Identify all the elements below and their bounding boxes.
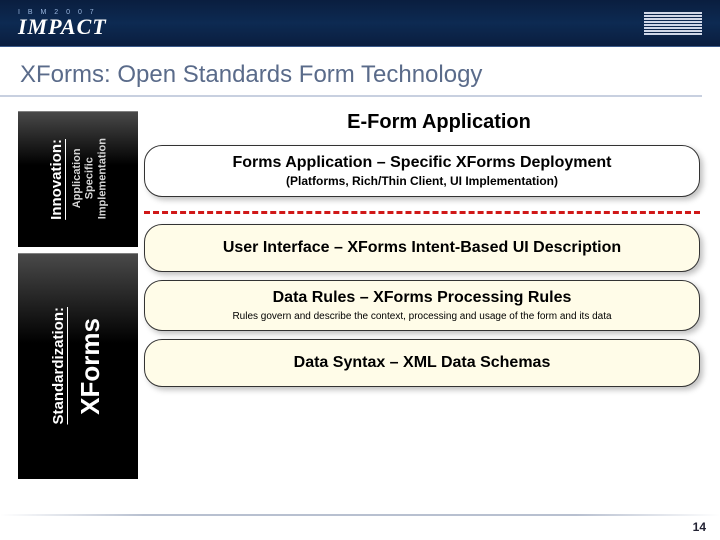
impact-logo: I B M 2 0 0 7 IMPACT	[18, 9, 107, 38]
layer-deployment-title: Forms Application – Specific XForms Depl…	[155, 154, 689, 172]
layer-syntax-title: Data Syntax – XML Data Schemas	[155, 354, 689, 372]
dashed-divider	[144, 211, 700, 214]
layer-rules-title: Data Rules – XForms Processing Rules	[155, 289, 689, 307]
layer-ui-title: User Interface – XForms Intent-Based UI …	[155, 239, 689, 257]
layer-syntax: Data Syntax – XML Data Schemas	[144, 339, 700, 387]
layer-rules-sub: Rules govern and describe the context, p…	[155, 311, 689, 322]
footer-divider	[0, 514, 720, 516]
left-column: Innovation: Application Specific Impleme…	[18, 111, 138, 479]
xforms-label: XForms	[75, 318, 106, 415]
innovation-box: Innovation: Application Specific Impleme…	[18, 111, 138, 247]
layer-deployment: Forms Application – Specific XForms Depl…	[144, 145, 700, 197]
layer-deployment-sub: (Platforms, Rich/Thin Client, UI Impleme…	[155, 174, 689, 188]
innovation-label: Innovation:	[48, 139, 65, 220]
page-number: 14	[693, 520, 706, 534]
ibm-logo-icon	[644, 12, 702, 35]
app-specific-label: Application Specific Implementation	[71, 138, 109, 219]
standardization-box: Standardization: XForms	[18, 253, 138, 479]
slide-title: XForms: Open Standards Form Technology	[0, 47, 702, 97]
diagram-title: E-Form Application	[198, 111, 680, 134]
layer-stack: Forms Application – Specific XForms Depl…	[144, 145, 700, 395]
event-name: IMPACT	[18, 16, 107, 38]
layer-ui: User Interface – XForms Intent-Based UI …	[144, 224, 700, 272]
layer-rules: Data Rules – XForms Processing Rules Rul…	[144, 280, 700, 331]
header-bar: I B M 2 0 0 7 IMPACT	[0, 0, 720, 47]
content-area: E-Form Application Innovation: Applicati…	[18, 111, 720, 511]
standardization-label: Standardization:	[50, 307, 67, 425]
